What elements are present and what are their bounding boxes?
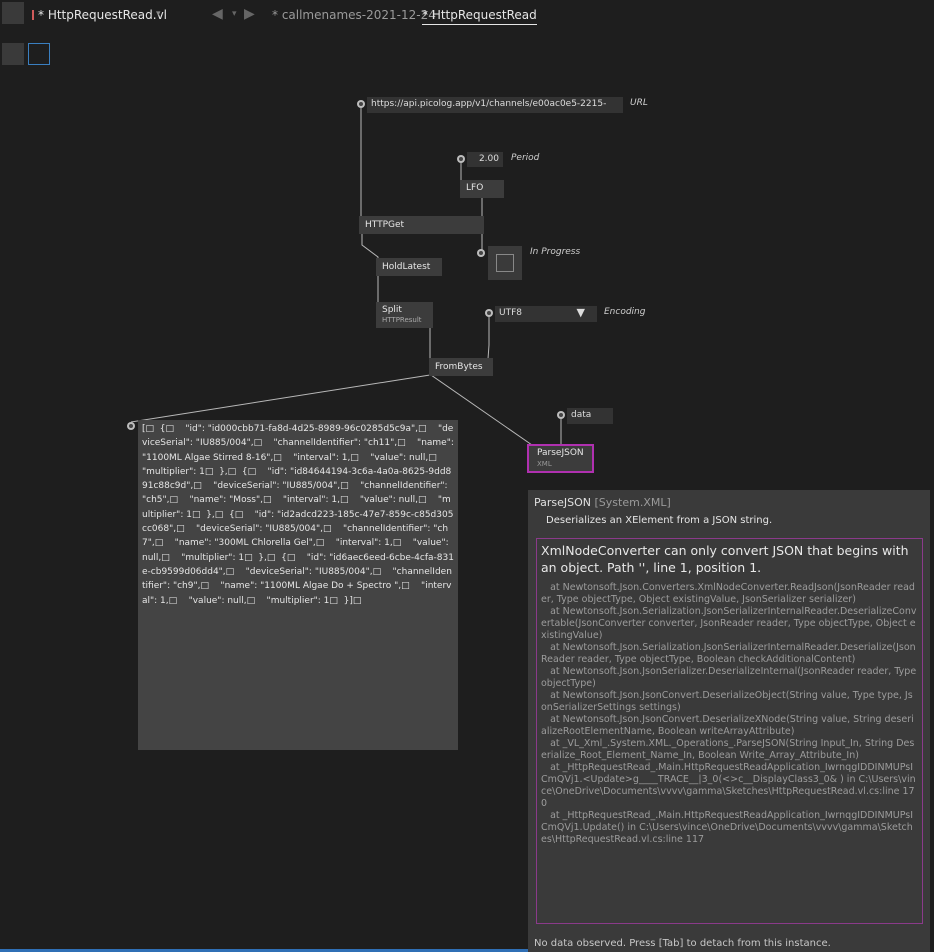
json-output-box[interactable]: [□ {□ "id": "id000cbb71-fa8d-4d25-8989-9… [138,420,458,750]
period-label: Period [511,153,540,163]
parsejson-node-type: XML [537,460,552,468]
frombytes-node-label: FromBytes [435,362,483,372]
tooltip-footer: No data observed. Press [Tab] to detach … [534,938,831,949]
encoding-label: Encoding [604,307,646,317]
data-input[interactable]: data [567,408,613,424]
toggle-square-icon [496,254,514,272]
httpget-node-label: HTTPGet [365,220,405,230]
inprogress-label: In Progress [530,247,581,257]
period-pin-icon[interactable] [457,155,465,163]
split-node[interactable]: Split HTTPResult [376,302,433,328]
lfo-node-label: LFO [466,183,484,193]
tooltip-description: Deserializes an XElement from a JSON str… [546,515,773,526]
tooltip-node-name: ParseJSON [534,496,592,509]
node-tooltip: ParseJSON [System.XML] Deserializes an X… [528,490,930,952]
period-input[interactable]: 2.00 [467,152,503,167]
holdlatest-node-label: HoldLatest [382,262,431,272]
split-node-type: HTTPResult [382,316,422,324]
inprogress-toggle[interactable] [488,246,522,280]
frombytes-node[interactable]: FromBytes [429,358,493,376]
tooltip-node-type: [System.XML] [594,496,671,509]
lfo-node[interactable]: LFO [460,180,504,198]
error-stack-trace: at Newtonsoft.Json.Converters.XmlNodeCon… [541,582,917,845]
parsejson-node[interactable]: ParseJSON XML [527,444,594,473]
encoding-pin-icon[interactable] [485,309,493,317]
url-pin-icon[interactable] [357,100,365,108]
tooltip-title: ParseJSON [System.XML] [534,496,924,509]
data-pin-icon[interactable] [557,411,565,419]
parsejson-node-label: ParseJSON [537,448,584,458]
inprogress-pin-icon[interactable] [477,249,485,257]
url-label: URL [630,98,648,108]
httpget-node[interactable]: HTTPGet [359,216,484,234]
error-message: XmlNodeConverter can only convert JSON t… [541,543,909,575]
holdlatest-node[interactable]: HoldLatest [376,258,442,276]
url-input[interactable]: https://api.picolog.app/v1/channels/e00a… [367,97,623,113]
chevron-down-icon: ▼ [576,306,585,319]
encoding-select[interactable]: UTF8 ▼ [495,306,597,322]
json-output-pin-icon[interactable] [127,422,135,430]
error-panel: XmlNodeConverter can only convert JSON t… [536,538,923,924]
split-node-label: Split [382,305,402,315]
encoding-value: UTF8 [499,308,522,318]
